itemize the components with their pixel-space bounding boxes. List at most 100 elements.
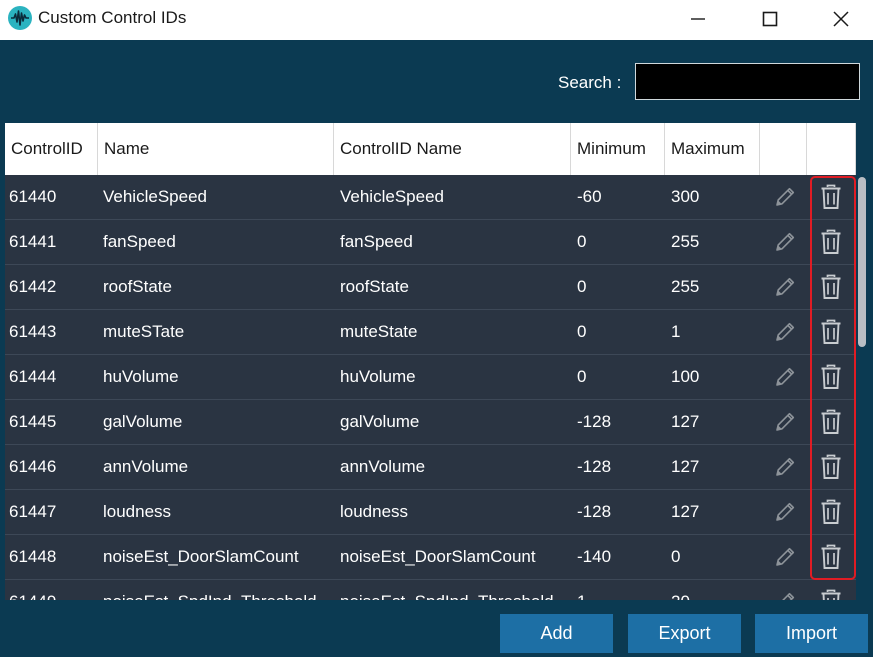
cell-controlid-name: roofState [340, 277, 409, 296]
cell-minimum: -128 [577, 412, 612, 431]
search-label: Search : [558, 73, 622, 92]
cell-minimum: -60 [577, 187, 602, 206]
cell-name: roofState [103, 277, 172, 296]
search-input[interactable] [635, 63, 860, 100]
cell-name: noiseEst_DoorSlamCount [103, 547, 299, 566]
cell-name: annVolume [103, 457, 189, 476]
table-row[interactable]: 61444 huVolume huVolume 0 100 [5, 355, 856, 400]
cell-controlid: 61449 [9, 580, 97, 600]
cell-maximum: 255 [671, 277, 700, 296]
header-edit [760, 123, 807, 175]
trash-icon[interactable] [820, 364, 842, 390]
cell-minimum: -128 [577, 457, 612, 476]
waveform-icon [8, 6, 32, 30]
trash-icon[interactable] [820, 589, 842, 600]
maximize-button[interactable] [749, 4, 789, 32]
table-row[interactable]: 61443 muteSTate muteState 0 1 [5, 310, 856, 355]
add-button[interactable]: Add [500, 614, 613, 653]
cell-maximum: 127 [671, 502, 700, 521]
cell-maximum: 0 [671, 547, 681, 566]
export-button[interactable]: Export [628, 614, 741, 653]
trash-icon[interactable] [820, 229, 842, 255]
vertical-scrollbar[interactable] [856, 123, 868, 600]
table-row[interactable]: 61445 galVolume galVolume -128 127 [5, 400, 856, 445]
header-controlid[interactable]: ControlID [5, 123, 98, 175]
pencil-icon[interactable] [773, 410, 797, 434]
trash-icon[interactable] [820, 454, 842, 480]
pencil-icon[interactable] [773, 320, 797, 344]
cell-controlid-name: noiseEst_DoorSlamCount [340, 547, 536, 566]
cell-minimum: 0 [577, 322, 587, 341]
close-icon [833, 11, 849, 27]
cell-controlid-name: noiseEst_SpdInd_Threshold [340, 580, 570, 600]
maximize-icon [762, 11, 778, 27]
cell-maximum: 300 [671, 187, 700, 206]
table-row[interactable]: 61447 loudness loudness -128 127 [5, 490, 856, 535]
header-minimum[interactable]: Minimum [571, 123, 665, 175]
pencil-icon[interactable] [773, 275, 797, 299]
trash-icon[interactable] [820, 409, 842, 435]
cell-minimum: 0 [577, 232, 587, 251]
header-name[interactable]: Name [98, 123, 334, 175]
table-row[interactable]: 61440 VehicleSpeed VehicleSpeed -60 300 [5, 175, 856, 220]
cell-name: huVolume [103, 367, 179, 386]
cell-controlid: 61445 [9, 412, 57, 431]
pencil-icon[interactable] [773, 500, 797, 524]
cell-name: galVolume [103, 412, 183, 431]
minimize-icon [691, 18, 705, 20]
trash-icon[interactable] [820, 274, 842, 300]
table-row[interactable]: 61449 noiseEst_SpdInd_Threshold noiseEst_S… [5, 580, 856, 600]
header-maximum[interactable]: Maximum [665, 123, 760, 175]
cell-controlid: 61440 [9, 187, 57, 206]
cell-minimum: 1 [577, 580, 667, 600]
header-delete [807, 123, 856, 175]
cell-name: VehicleSpeed [103, 187, 207, 206]
cell-minimum: -140 [577, 547, 612, 566]
cell-name: muteSTate [103, 322, 185, 341]
table-row[interactable]: 61446 annVolume annVolume -128 127 [5, 445, 856, 490]
cell-maximum: 127 [671, 457, 700, 476]
control-id-table: ControlID Name ControlID Name Minimum Ma… [5, 123, 856, 600]
window-title: Custom Control IDs [38, 8, 187, 27]
table-row[interactable]: 61441 fanSpeed fanSpeed 0 255 [5, 220, 856, 265]
pencil-icon[interactable] [773, 230, 797, 254]
cell-controlid-name: loudness [340, 502, 409, 521]
table-header: ControlID Name ControlID Name Minimum Ma… [5, 123, 856, 175]
table-row[interactable]: 61448 noiseEst_DoorSlamCount noiseEst_Door… [5, 535, 856, 580]
trash-icon[interactable] [820, 499, 842, 525]
cell-controlid: 61448 [9, 547, 57, 566]
cell-controlid: 61444 [9, 367, 57, 386]
cell-controlid: 61446 [9, 457, 57, 476]
cell-name: loudness [103, 502, 172, 521]
cell-maximum: 1 [671, 322, 681, 341]
cell-controlid: 61441 [9, 232, 57, 251]
cell-controlid-name: muteState [340, 322, 418, 341]
pencil-icon[interactable] [773, 185, 797, 209]
header-controlid-name[interactable]: ControlID Name [334, 123, 571, 175]
title-bar: Custom Control IDs [0, 0, 873, 40]
cell-controlid: 61442 [9, 277, 57, 296]
pencil-icon[interactable] [773, 365, 797, 389]
minimize-button[interactable] [677, 4, 717, 32]
trash-icon[interactable] [820, 184, 842, 210]
import-button[interactable]: Import [755, 614, 868, 653]
trash-icon[interactable] [820, 319, 842, 345]
pencil-icon[interactable] [773, 590, 797, 600]
cell-maximum: 20 [671, 580, 761, 600]
cell-controlid: 61443 [9, 322, 57, 341]
cell-controlid-name: fanSpeed [340, 232, 413, 251]
cell-controlid: 61447 [9, 502, 57, 521]
cell-maximum: 255 [671, 232, 700, 251]
trash-icon[interactable] [820, 544, 842, 570]
close-button[interactable] [820, 4, 860, 32]
cell-maximum: 100 [671, 367, 700, 386]
pencil-icon[interactable] [773, 455, 797, 479]
cell-controlid-name: huVolume [340, 367, 416, 386]
pencil-icon[interactable] [773, 545, 797, 569]
cell-name: noiseEst_SpdInd_Threshold [103, 580, 333, 600]
table-row[interactable]: 61442 roofState roofState 0 255 [5, 265, 856, 310]
cell-controlid-name: galVolume [340, 412, 420, 431]
scrollbar-thumb[interactable] [858, 177, 866, 347]
cell-controlid-name: annVolume [340, 457, 426, 476]
cell-minimum: -128 [577, 502, 612, 521]
